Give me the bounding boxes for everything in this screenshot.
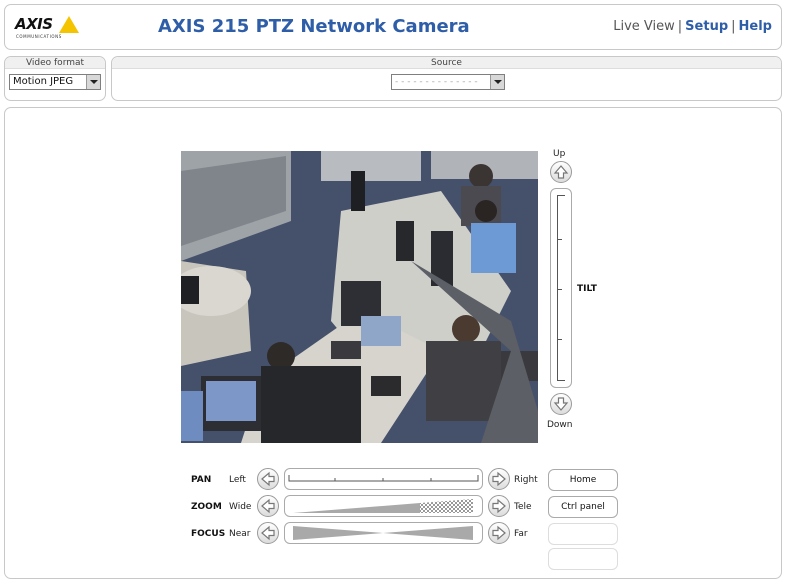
arrow-right-icon [492, 525, 506, 541]
pan-slider[interactable] [284, 468, 483, 490]
arrow-left-icon [261, 525, 275, 541]
focus-label: FOCUS [191, 529, 226, 539]
top-navigation: Live View | Setup | Help [613, 19, 772, 34]
arrow-down-icon [553, 397, 569, 411]
video-format-select[interactable]: Motion JPEG [9, 74, 101, 90]
main-view-panel: Up TILT Down PAN Left Right Home ZOOM Wi… [4, 107, 782, 579]
focus-slider[interactable] [284, 522, 483, 544]
logo-triangle-icon [59, 16, 79, 33]
video-format-panel: Video format Motion JPEG [4, 56, 106, 101]
zoom-slider-wedge [293, 499, 473, 513]
zoom-label: ZOOM [191, 502, 222, 512]
nav-separator: | [731, 19, 736, 34]
pan-slider-scale [288, 475, 479, 482]
live-video-image[interactable] [181, 151, 538, 443]
zoom-slider[interactable] [284, 495, 483, 517]
source-select[interactable]: - - - - - - - - - - - - - - [391, 74, 505, 90]
focus-far-button[interactable] [488, 522, 510, 544]
tilt-label: TILT [577, 284, 597, 294]
tilt-up-label: Up [553, 149, 566, 159]
focus-near-button[interactable] [257, 522, 279, 544]
source-legend: Source [112, 57, 781, 69]
tilt-down-button[interactable] [550, 393, 572, 415]
pan-left-button[interactable] [257, 468, 279, 490]
chevron-down-icon[interactable] [490, 75, 504, 89]
logo-wordmark: AXIS [15, 15, 53, 33]
zoom-tele-label: Tele [514, 502, 532, 512]
arrow-right-icon [492, 498, 506, 514]
arrow-left-icon [261, 471, 275, 487]
arrow-up-icon [553, 165, 569, 179]
zoom-wide-label: Wide [229, 502, 252, 512]
pan-right-label: Right [514, 475, 538, 485]
tilt-tick [557, 239, 562, 240]
empty-preset-button [548, 523, 618, 545]
zoom-wide-button[interactable] [257, 495, 279, 517]
page-title: AXIS 215 PTZ Network Camera [158, 16, 470, 37]
source-value: - - - - - - - - - - - - - - [395, 77, 478, 87]
logo-subtitle: COMMUNICATIONS [16, 34, 62, 39]
tilt-slider-track [557, 195, 565, 381]
chevron-down-icon[interactable] [86, 75, 100, 89]
tilt-up-button[interactable] [550, 161, 572, 183]
arrow-right-icon [492, 471, 506, 487]
ctrl-panel-button[interactable]: Ctrl panel [548, 496, 618, 518]
nav-separator: | [677, 19, 683, 34]
header-bar: AXIS COMMUNICATIONS AXIS 215 PTZ Network… [4, 4, 782, 50]
office-scene-image [181, 151, 538, 443]
video-format-legend: Video format [5, 57, 105, 69]
arrow-left-icon [261, 498, 275, 514]
empty-preset-button [548, 548, 618, 570]
pan-label: PAN [191, 475, 212, 485]
zoom-tele-button[interactable] [488, 495, 510, 517]
tilt-tick [557, 339, 562, 340]
source-panel: Source - - - - - - - - - - - - - - [111, 56, 782, 101]
pan-left-label: Left [229, 475, 246, 485]
focus-slider-wedge [293, 526, 473, 540]
focus-far-label: Far [514, 529, 528, 539]
nav-live-view[interactable]: Live View [613, 19, 675, 34]
home-button[interactable]: Home [548, 469, 618, 491]
tilt-tick [557, 289, 562, 290]
tilt-down-label: Down [547, 420, 573, 430]
video-format-value: Motion JPEG [13, 76, 74, 87]
pan-right-button[interactable] [488, 468, 510, 490]
axis-logo: AXIS COMMUNICATIONS [15, 15, 81, 43]
tilt-slider[interactable] [550, 188, 572, 388]
nav-setup[interactable]: Setup [685, 19, 728, 34]
nav-help[interactable]: Help [739, 19, 772, 34]
focus-near-label: Near [229, 529, 251, 539]
